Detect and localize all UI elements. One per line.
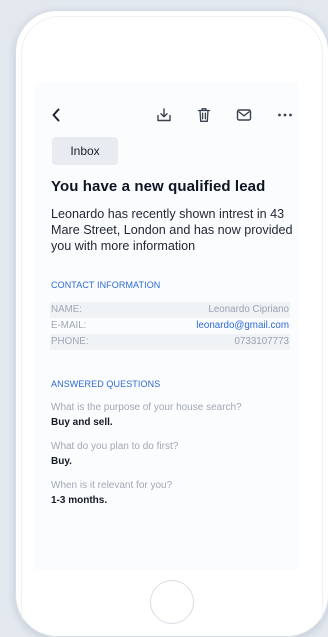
contact-row-phone: PHONE: 0733107773: [50, 334, 290, 350]
contact-row-name: NAME: Leonardo Cipriano: [50, 302, 290, 318]
question-item-2: What do you plan to do first? Buy.: [51, 440, 301, 469]
message-intro: Leonardo has recently shown intrest in 4…: [51, 207, 293, 253]
contact-value-name: Leonardo Cipriano: [208, 304, 289, 315]
mail-icon[interactable]: [235, 106, 253, 124]
contact-label-name: NAME:: [51, 304, 83, 315]
download-tray-icon[interactable]: [155, 106, 173, 124]
contact-row-email: E-MAIL: leonardo@gmail.com: [50, 318, 290, 334]
contact-label-phone: PHONE:: [51, 336, 89, 347]
inbox-badge[interactable]: Inbox: [52, 137, 118, 165]
questions-heading: ANSWERED QUESTIONS: [51, 379, 161, 389]
question-text: What is the purpose of your house search…: [51, 402, 242, 413]
answer-text: Buy and sell.: [51, 417, 113, 428]
trash-icon[interactable]: [195, 106, 213, 124]
more-dots-icon[interactable]: [276, 106, 294, 124]
contact-label-email: E-MAIL:: [51, 320, 87, 331]
contact-table: NAME: Leonardo Cipriano E-MAIL: leonardo…: [50, 302, 290, 350]
question-text: When is it relevant for you?: [51, 480, 173, 491]
contact-value-email-link[interactable]: leonardo@gmail.com: [196, 318, 289, 334]
contact-value-phone: 0733107773: [234, 336, 290, 347]
home-button[interactable]: [150, 580, 194, 624]
back-chevron-icon[interactable]: [47, 106, 65, 124]
message-title: You have a new qualified lead: [51, 178, 266, 195]
answer-text: Buy.: [51, 456, 72, 467]
question-item-3: When is it relevant for you? 1-3 months.: [51, 479, 301, 508]
contact-heading: CONTACT INFORMATION: [51, 280, 161, 290]
question-text: What do you plan to do first?: [51, 441, 179, 452]
question-item-1: What is the purpose of your house search…: [51, 401, 301, 430]
answer-text: 1-3 months.: [51, 495, 108, 506]
inbox-badge-label: Inbox: [70, 144, 100, 158]
